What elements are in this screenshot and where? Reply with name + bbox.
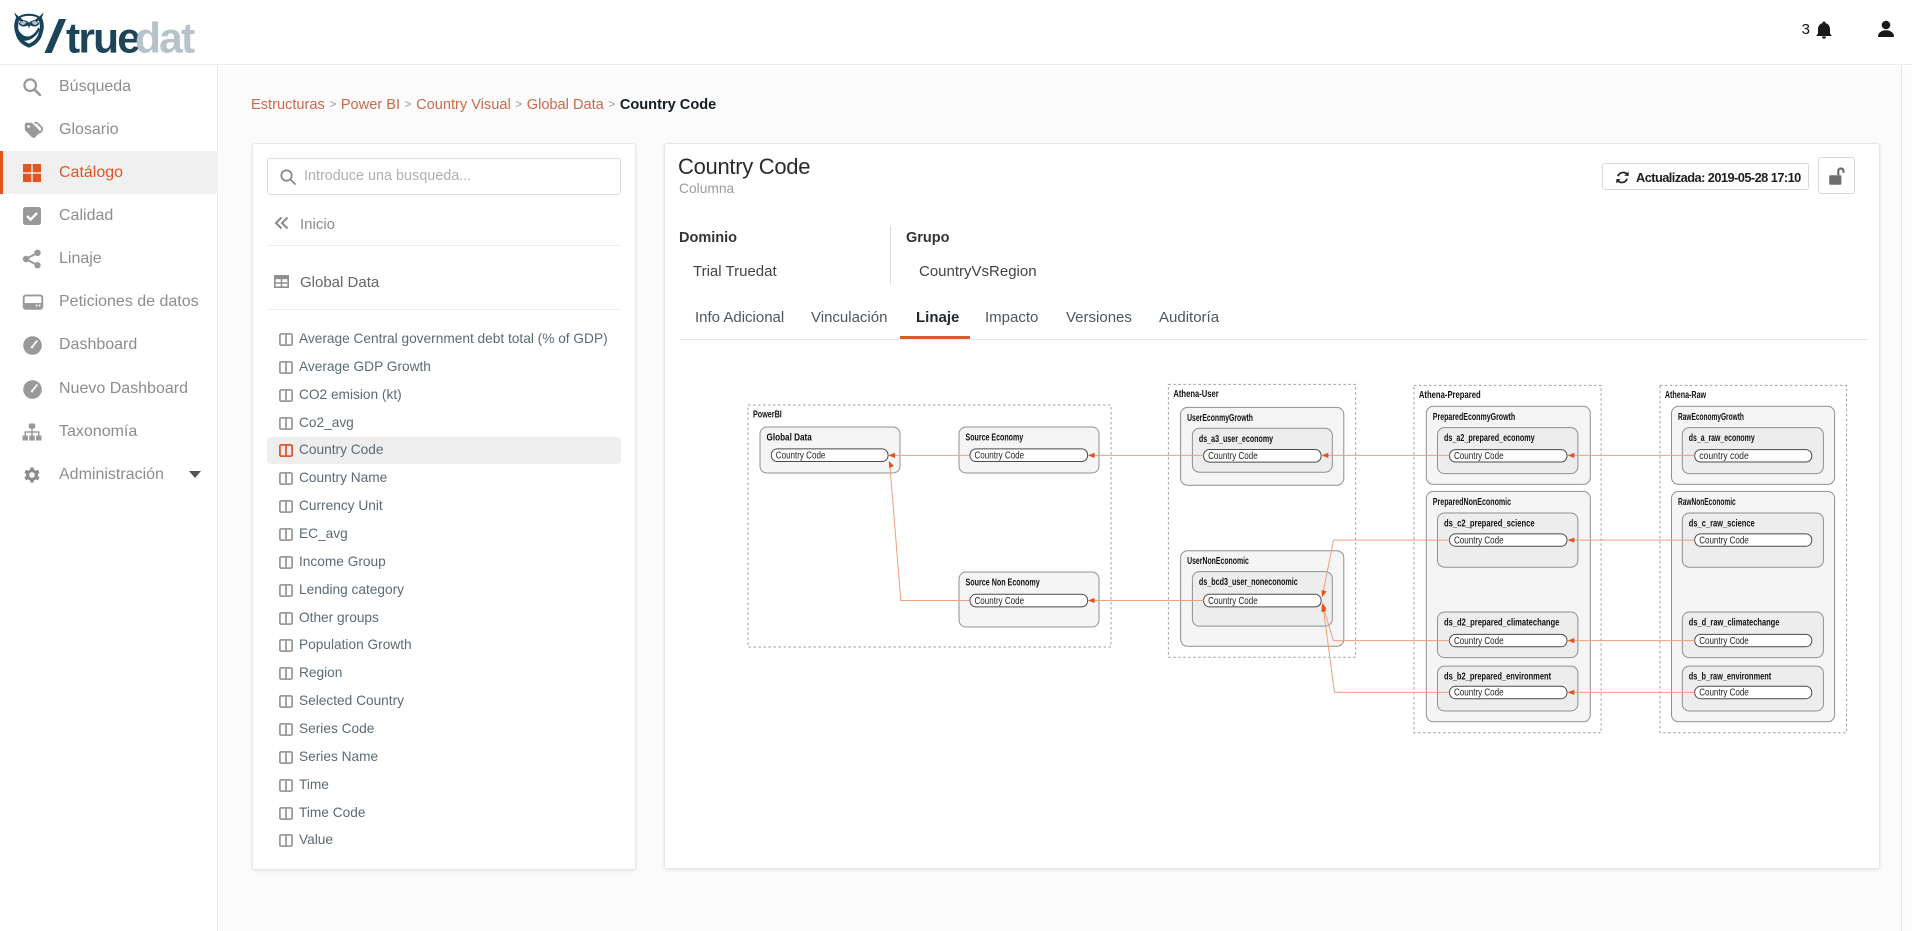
- svg-text:dat: dat: [135, 16, 195, 59]
- svg-text:true: true: [66, 16, 140, 59]
